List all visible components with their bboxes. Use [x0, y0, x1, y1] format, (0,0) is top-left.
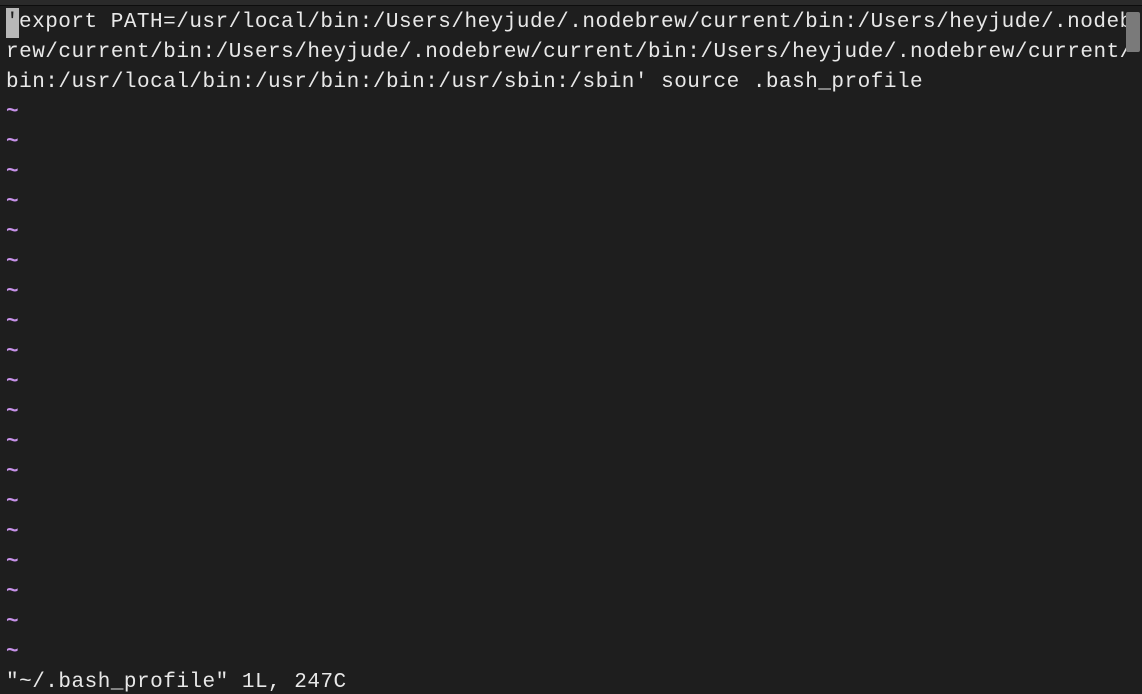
empty-line-tilde: ~	[6, 458, 1136, 488]
empty-line-tilde: ~	[6, 638, 1136, 668]
empty-line-tilde: ~	[6, 188, 1136, 218]
editor-buffer[interactable]: 'export PATH=/usr/local/bin:/Users/heyju…	[6, 8, 1136, 668]
vim-status-line: "~/.bash_profile" 1L, 247C	[6, 668, 1136, 694]
empty-line-tilde: ~	[6, 428, 1136, 458]
file-content-line: export PATH=/usr/local/bin:/Users/heyjud…	[6, 11, 1133, 94]
empty-line-tilde: ~	[6, 218, 1136, 248]
terminal-window: 'export PATH=/usr/local/bin:/Users/heyju…	[0, 0, 1142, 694]
empty-line-tilde: ~	[6, 278, 1136, 308]
empty-line-tilde: ~	[6, 518, 1136, 548]
empty-line-tilde: ~	[6, 368, 1136, 398]
empty-line-tilde: ~	[6, 488, 1136, 518]
empty-line-tilde: ~	[6, 248, 1136, 278]
scrollbar-thumb[interactable]	[1126, 12, 1140, 52]
empty-line-tilde: ~	[6, 128, 1136, 158]
empty-line-tilde: ~	[6, 608, 1136, 638]
cursor: '	[6, 8, 19, 38]
vim-editor[interactable]: 'export PATH=/usr/local/bin:/Users/heyju…	[0, 6, 1142, 694]
status-text: "~/.bash_profile" 1L, 247C	[6, 671, 347, 694]
empty-line-tilde: ~	[6, 548, 1136, 578]
empty-line-tilde: ~	[6, 338, 1136, 368]
empty-line-tilde: ~	[6, 398, 1136, 428]
empty-line-tilde: ~	[6, 578, 1136, 608]
empty-line-tilde: ~	[6, 98, 1136, 128]
empty-line-tilde: ~	[6, 308, 1136, 338]
empty-line-tilde: ~	[6, 158, 1136, 188]
